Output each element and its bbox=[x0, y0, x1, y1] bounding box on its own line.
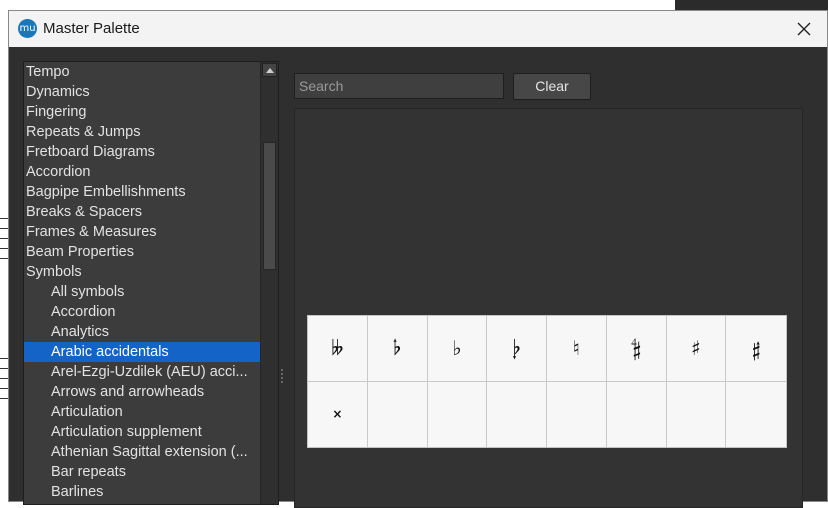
dialog-content: Tempo Dynamics Fingering Repeats & Jumps Fre… bbox=[9, 47, 827, 508]
tree-item[interactable]: Beam Properties bbox=[24, 242, 260, 262]
palette-cell-empty[interactable] bbox=[428, 381, 488, 447]
master-palette-window: mu Master Palette Tempo Dynamics Fingering… bbox=[8, 10, 828, 508]
close-button[interactable] bbox=[781, 11, 827, 47]
tree-item[interactable]: Fingering bbox=[24, 102, 260, 122]
tree-item[interactable]: Analytics bbox=[24, 322, 260, 342]
tree-item[interactable]: Bagpipe Embellishments bbox=[24, 182, 260, 202]
clear-button[interactable]: Clear bbox=[513, 73, 591, 100]
splitter-handle[interactable] bbox=[281, 369, 283, 387]
palette-cell-three-quarter-flat[interactable]: 𝄬 bbox=[367, 316, 428, 382]
palette-tree-list: Tempo Dynamics Fingering Repeats & Jumps Fre… bbox=[24, 62, 260, 502]
staff-line bbox=[0, 218, 8, 219]
scroll-thumb[interactable] bbox=[263, 142, 276, 270]
tree-item[interactable]: Symbols bbox=[24, 262, 260, 282]
palette-cell-three-quarter-sharp[interactable]: 𝄰 bbox=[726, 316, 786, 382]
chevron-up-icon bbox=[265, 68, 274, 73]
tree-item[interactable]: Tempo bbox=[24, 62, 260, 82]
palette-view: 𝄫 𝄬 ♭ 𝄭 ♮ 𝄲 ♯ 𝄰 × bbox=[294, 108, 803, 508]
tree-scrollbar[interactable] bbox=[260, 62, 278, 504]
palette-cell-empty[interactable] bbox=[726, 382, 786, 448]
staff-line bbox=[0, 378, 8, 379]
window-title: Master Palette bbox=[43, 20, 140, 37]
staff-line bbox=[0, 228, 8, 229]
musescore-app-icon: mu bbox=[18, 19, 37, 38]
tree-item[interactable]: All symbols bbox=[24, 282, 260, 302]
close-icon bbox=[797, 22, 811, 36]
tree-item[interactable]: Articulation supplement bbox=[24, 422, 260, 442]
palette-cell-empty[interactable] bbox=[547, 381, 607, 447]
palette-tree[interactable]: Tempo Dynamics Fingering Repeats & Jumps Fre… bbox=[23, 61, 279, 505]
palette-cell-flat[interactable]: ♭ bbox=[427, 316, 488, 382]
tree-item[interactable]: Arrows and arrowheads bbox=[24, 382, 260, 402]
title-bar[interactable]: mu Master Palette bbox=[9, 11, 827, 47]
staff-line bbox=[0, 368, 8, 369]
staff-line bbox=[0, 238, 8, 239]
palette-cell-empty[interactable] bbox=[487, 381, 547, 447]
palette-cell-empty[interactable] bbox=[667, 381, 727, 447]
staff-line bbox=[0, 258, 8, 259]
tree-item[interactable]: Repeats & Jumps bbox=[24, 122, 260, 142]
tree-item[interactable]: Accordion bbox=[24, 162, 260, 182]
tree-item[interactable]: Bar repeats bbox=[24, 462, 260, 482]
tree-item[interactable]: Athenian Sagittal extension (... bbox=[24, 442, 260, 462]
palette-cell-sharp[interactable]: ♯ bbox=[666, 316, 727, 382]
tree-item[interactable]: Accordion bbox=[24, 302, 260, 322]
scroll-up-button[interactable] bbox=[262, 63, 277, 77]
tree-item[interactable]: Arel-Ezgi-Uzdilek (AEU) acci... bbox=[24, 362, 260, 382]
palette-cell-quarter-sharp[interactable]: 𝄲 bbox=[606, 316, 667, 382]
tree-item-selected[interactable]: Arabic accidentals bbox=[24, 342, 260, 362]
palette-cell-double-flat[interactable]: 𝄫 bbox=[308, 316, 368, 382]
tree-item[interactable]: Fretboard Diagrams bbox=[24, 142, 260, 162]
staff-line bbox=[0, 398, 8, 399]
tree-item[interactable]: Dynamics bbox=[24, 82, 260, 102]
palette-cell-double-sharp[interactable]: × bbox=[308, 381, 368, 447]
staff-line bbox=[0, 358, 8, 359]
tree-item[interactable]: Frames & Measures bbox=[24, 222, 260, 242]
tree-item[interactable]: Articulation bbox=[24, 402, 260, 422]
staff-line bbox=[0, 248, 8, 249]
tree-item[interactable]: Barlines bbox=[24, 482, 260, 502]
palette-cell-quarter-flat[interactable]: 𝄭 bbox=[487, 316, 547, 382]
staff-line bbox=[0, 388, 8, 389]
search-input[interactable] bbox=[294, 73, 504, 99]
tree-item[interactable]: Breaks & Spacers bbox=[24, 202, 260, 222]
accidentals-palette-grid: 𝄫 𝄬 ♭ 𝄭 ♮ 𝄲 ♯ 𝄰 × bbox=[307, 315, 787, 448]
palette-cell-empty[interactable] bbox=[607, 381, 667, 447]
background-dark-area bbox=[675, 0, 828, 10]
palette-cell-empty[interactable] bbox=[368, 381, 428, 447]
palette-cell-natural[interactable]: ♮ bbox=[547, 316, 607, 382]
background-score-edge bbox=[0, 0, 8, 502]
